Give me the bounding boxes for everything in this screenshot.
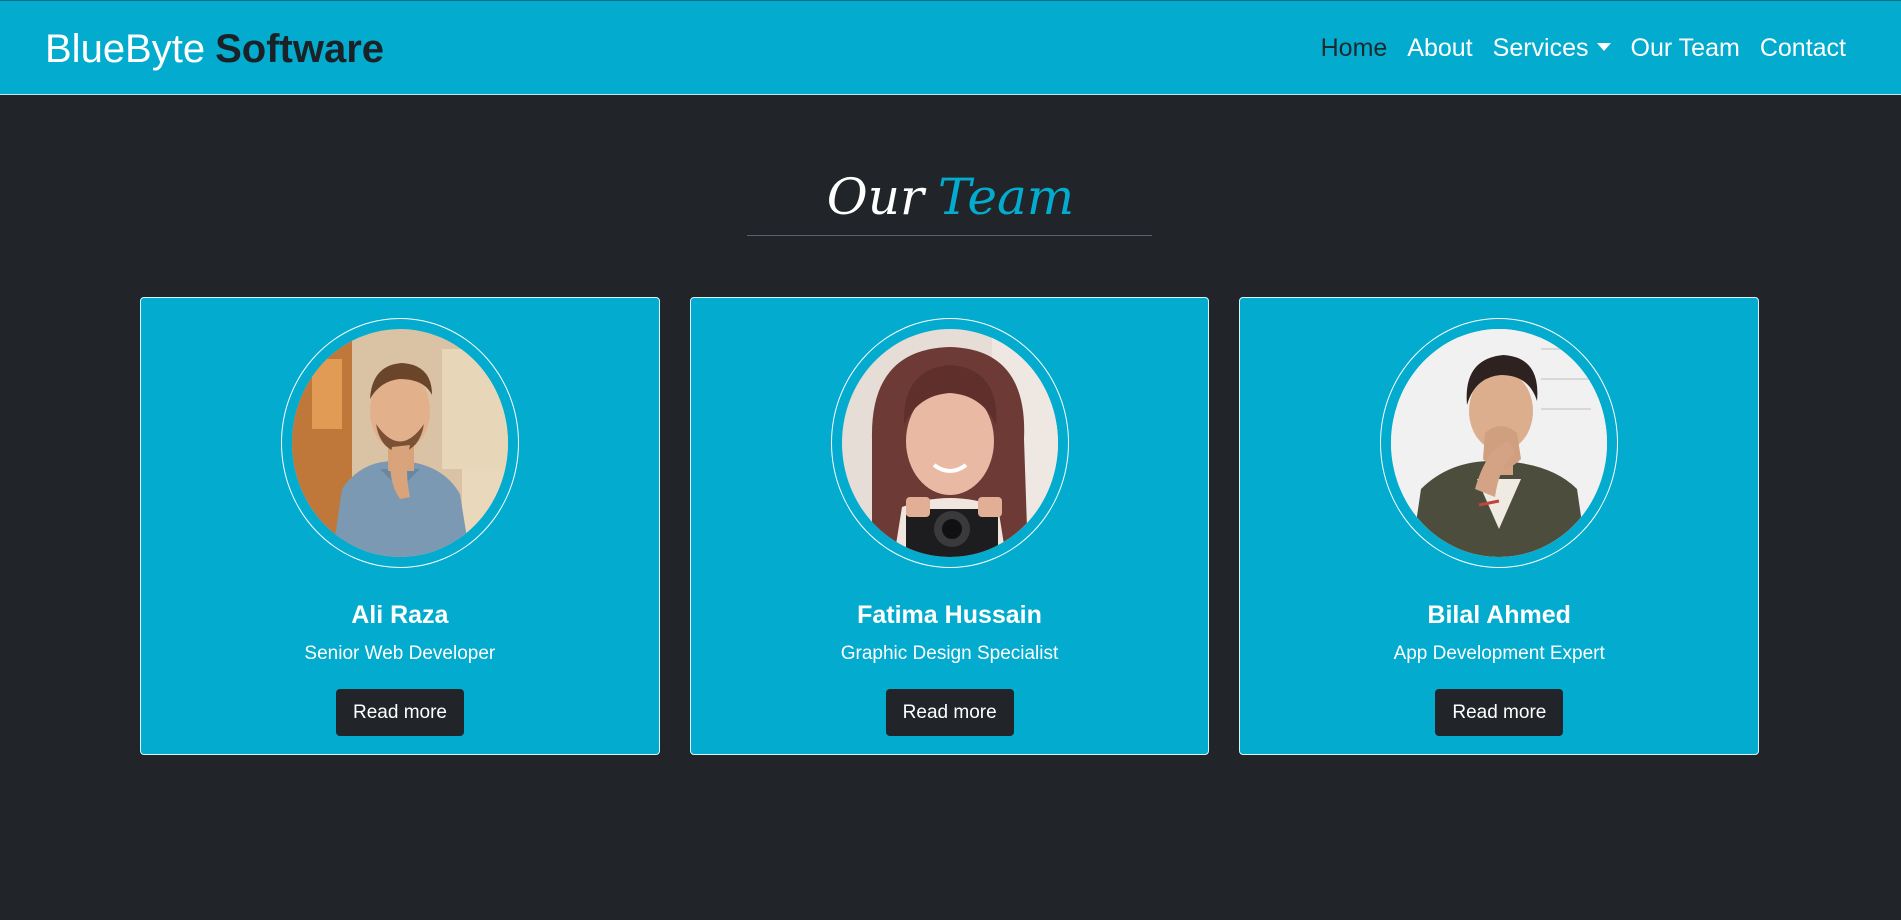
brand-name-bold: Software bbox=[215, 27, 385, 71]
member-role: Senior Web Developer bbox=[304, 643, 496, 664]
member-name: Bilal Ahmed bbox=[1427, 601, 1571, 629]
navbar: BlueByte Software Home About Services Our… bbox=[0, 0, 1901, 95]
nav-link-our-team[interactable]: Our Team bbox=[1631, 31, 1740, 65]
read-more-button[interactable]: Read more bbox=[1435, 689, 1564, 736]
section-title-part2: Team bbox=[937, 168, 1075, 226]
team-cards: Ali Raza Senior Web Developer Read more bbox=[140, 297, 1760, 755]
team-card: Fatima Hussain Graphic Design Specialist… bbox=[689, 297, 1210, 755]
brand-logo[interactable]: BlueByte Software bbox=[45, 26, 384, 72]
nav-link-contact[interactable]: Contact bbox=[1760, 31, 1846, 65]
main-nav: Home About Services Our Team Contact bbox=[1321, 31, 1846, 65]
avatar-ring bbox=[1380, 318, 1619, 568]
team-card: Ali Raza Senior Web Developer Read more bbox=[140, 297, 660, 755]
nav-link-about[interactable]: About bbox=[1407, 31, 1472, 65]
team-card: Bilal Ahmed App Development Expert Read … bbox=[1239, 297, 1760, 755]
read-more-button[interactable]: Read more bbox=[336, 689, 464, 736]
read-more-button[interactable]: Read more bbox=[885, 689, 1014, 736]
member-name: Fatima Hussain bbox=[857, 601, 1042, 629]
team-member-photo bbox=[292, 329, 508, 557]
section-title-part1: Our bbox=[826, 168, 924, 226]
team-member-photo bbox=[841, 329, 1058, 557]
brand-name-light: BlueByte bbox=[45, 27, 206, 71]
section-title: Our Team bbox=[0, 165, 1901, 229]
member-name: Ali Raza bbox=[351, 601, 449, 629]
team-member-photo bbox=[1391, 329, 1608, 557]
avatar bbox=[292, 329, 508, 557]
nav-link-services-label: Services bbox=[1492, 34, 1589, 62]
avatar-ring bbox=[830, 318, 1069, 568]
member-role: App Development Expert bbox=[1393, 643, 1605, 664]
member-role: Graphic Design Specialist bbox=[840, 643, 1059, 664]
caret-down-icon bbox=[1596, 43, 1611, 52]
nav-link-home[interactable]: Home bbox=[1321, 31, 1388, 65]
avatar bbox=[841, 329, 1058, 557]
avatar bbox=[1391, 329, 1608, 557]
title-divider bbox=[747, 235, 1152, 236]
nav-dropdown-services[interactable]: Services bbox=[1493, 31, 1611, 65]
avatar-ring bbox=[281, 318, 519, 568]
